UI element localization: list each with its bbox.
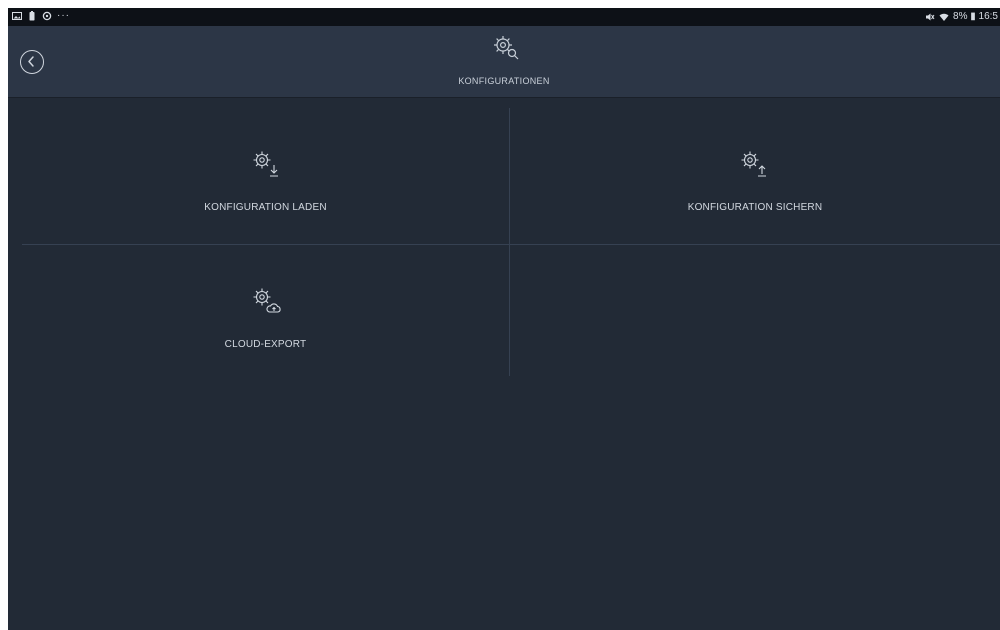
- cloud-export-button[interactable]: CLOUD-EXPORT: [22, 245, 509, 376]
- page-title: KONFIGURATIONEN: [458, 76, 550, 86]
- gallery-icon: [12, 12, 22, 20]
- save-configuration-button[interactable]: KONFIGURATION SICHERN: [510, 108, 1000, 244]
- more-notifications-indicator: ···: [57, 10, 70, 21]
- save-configuration-label: KONFIGURATION SICHERN: [687, 202, 823, 213]
- wifi-icon: [939, 13, 949, 21]
- gear-download-icon: [253, 151, 278, 177]
- back-button[interactable]: [20, 50, 44, 74]
- configuration-menu-grid: KONFIGURATION LADEN KONFIGURATION SICHER…: [8, 98, 1000, 630]
- status-bar: ··· 8% ▮ 16:5: [8, 8, 1000, 26]
- mute-icon: [926, 13, 935, 20]
- back-arrow-icon: [28, 56, 34, 67]
- battery-saver-icon: [29, 11, 35, 21]
- battery-clock-text: 8% ▮ 16:5: [953, 11, 998, 22]
- gear-upload-icon: [741, 151, 766, 177]
- app-header: KONFIGURATIONEN: [8, 26, 1000, 98]
- settings-icon: [42, 11, 52, 21]
- app-screen: ··· 8% ▮ 16:5 KONFIGURATIONEN KONFIGURAT…: [8, 8, 1000, 630]
- load-configuration-label: KONFIGURATION LADEN: [204, 202, 327, 213]
- cloud-export-label: CLOUD-EXPORT: [224, 339, 307, 350]
- gear-magnifier-icon: [494, 36, 519, 60]
- load-configuration-button[interactable]: KONFIGURATION LADEN: [22, 108, 509, 244]
- gear-cloud-icon: [253, 288, 281, 313]
